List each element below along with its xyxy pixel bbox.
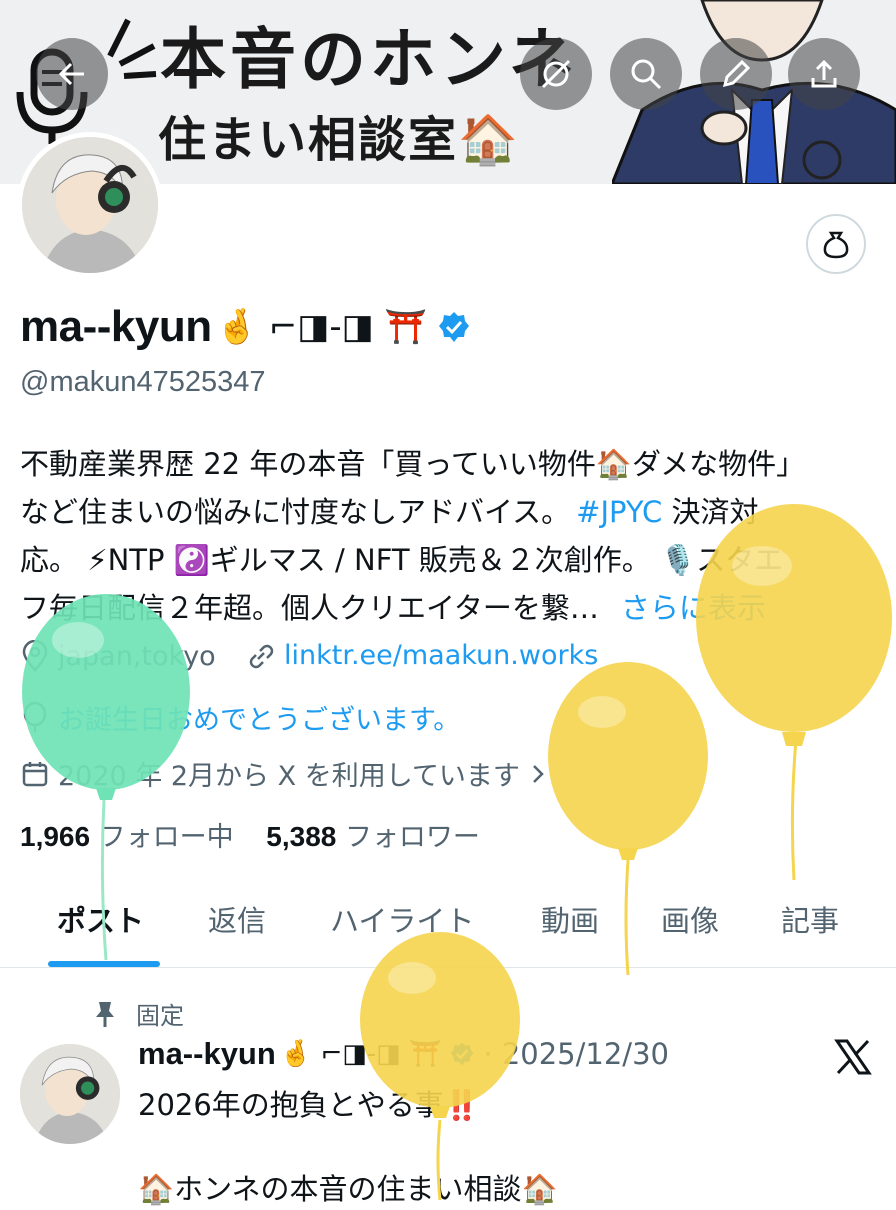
location-pin-icon xyxy=(22,640,48,672)
tab-articles[interactable]: 記事 xyxy=(781,898,839,940)
profile-bio: 不動産業界歴 22 年の本音「買っていい物件🏠ダメな物件」 など住まいの悩みに忖… xyxy=(20,440,880,632)
profile-name-row: ma--kyun 🤞 ⌐◨-◨ ⛩️ xyxy=(20,302,471,352)
joined-text: 2020 年 2月から X を利用しています xyxy=(58,761,520,792)
bio-line: 応。 ⚡NTP ☯️ギルマス / NFT 販売＆２次創作。 🎙️スタエ xyxy=(20,543,784,577)
bio-text: など住まいの悩みに忖度なしアドバイス。 xyxy=(20,495,571,529)
tab-replies[interactable]: 返信 xyxy=(208,898,266,940)
search-icon xyxy=(631,59,662,90)
website-link[interactable]: linktr.ee/maakun.works xyxy=(284,640,598,671)
x-logo-icon xyxy=(834,1039,872,1075)
tip-button[interactable] xyxy=(806,214,866,274)
pinned-label-row: 固定 xyxy=(92,996,184,1031)
bio-line: 不動産業界歴 22 年の本音「買っていい物件🏠ダメな物件」 xyxy=(20,447,806,481)
bio-line: フ毎日配信２年超。個人クリエイターを繋… さらに表示 xyxy=(20,584,880,632)
grok-icon xyxy=(541,59,571,89)
arrow-left-icon xyxy=(58,62,84,86)
post-body[interactable]: 2026年の抱負とやる事‼️ 🏠ホンネの本音の住まい相談🏠 xyxy=(138,1084,558,1210)
following-label: フォロー中 xyxy=(98,822,234,853)
banner-title-line1: 本音のホンネ xyxy=(160,21,579,98)
search-button[interactable] xyxy=(610,38,682,110)
back-button[interactable] xyxy=(36,38,108,110)
profile-name-emoji: 🤞 ⌐◨-◨ ⛩️ xyxy=(215,307,427,347)
post-header: ma--kyun 🤞 ⌐◨-◨ ⛩️ · 2025/12/30 xyxy=(138,1036,669,1072)
share-icon xyxy=(811,59,837,88)
link-icon xyxy=(249,644,274,668)
tab-images[interactable]: 画像 xyxy=(661,898,719,940)
follow-counts: 1,966 フォロー中 5,388 フォロワー xyxy=(20,815,480,854)
verified-badge-icon xyxy=(450,1042,474,1066)
money-bag-icon xyxy=(823,231,849,259)
grok-button[interactable] xyxy=(520,38,592,110)
bio-text: 決済対 xyxy=(662,495,759,529)
post-avatar[interactable] xyxy=(20,1044,120,1144)
bio-text: フ毎日配信２年超。個人クリエイターを繋… xyxy=(20,591,599,625)
pinned-label: 固定 xyxy=(136,1002,184,1030)
post-text-line: 🏠ホンネの本音の住まい相談🏠 xyxy=(138,1172,558,1206)
profile-birthday: お誕生日おめでとうございます。 xyxy=(20,698,460,737)
location-text: japan,tokyo xyxy=(58,640,216,672)
chevron-right-icon xyxy=(533,764,544,783)
hashtag-link[interactable]: #JPYC xyxy=(576,495,662,529)
followers-count: 5,388 xyxy=(266,821,337,852)
avatar-illustration xyxy=(22,137,158,273)
profile-website[interactable]: linktr.ee/maakun.works xyxy=(246,640,598,671)
following-link[interactable]: 1,966 フォロー中 xyxy=(20,821,234,853)
birthday-text: お誕生日おめでとうございます。 xyxy=(58,705,461,736)
edit-icon xyxy=(722,59,751,88)
post-author-emoji: 🤞 ⌐◨-◨ ⛩️ xyxy=(279,1039,442,1069)
calendar-icon xyxy=(22,761,48,786)
avatar-illustration xyxy=(20,1044,120,1144)
profile-joined[interactable]: 2020 年 2月から X を利用しています xyxy=(20,754,556,793)
tab-posts[interactable]: ポスト xyxy=(57,898,144,940)
profile-avatar[interactable] xyxy=(17,132,163,278)
following-count: 1,966 xyxy=(20,821,91,852)
tab-highlights[interactable]: ハイライト xyxy=(330,898,474,940)
pin-icon xyxy=(96,1001,114,1027)
share-button[interactable] xyxy=(788,38,860,110)
tabs-divider xyxy=(0,967,896,968)
show-more-link[interactable]: さらに表示 xyxy=(621,591,766,625)
bio-line: など住まいの悩みに忖度なしアドバイス。 #JPYC 決済対 xyxy=(20,488,880,536)
banner-title-line2: 住まい相談室🏠 xyxy=(158,112,520,168)
edit-button[interactable] xyxy=(700,38,772,110)
post-text-line: 2026年の抱負とやる事‼️ xyxy=(138,1088,480,1122)
profile-handle: @makun47525347 xyxy=(20,366,266,398)
tab-videos[interactable]: 動画 xyxy=(541,898,599,940)
profile-location: japan,tokyo xyxy=(20,640,216,672)
balloon-icon xyxy=(23,701,47,732)
post-text-line xyxy=(138,1126,558,1168)
followers-link[interactable]: 5,388 フォロワー xyxy=(266,821,480,853)
post-author-name[interactable]: ma--kyun xyxy=(138,1036,276,1072)
verified-badge-icon[interactable] xyxy=(437,310,471,344)
post-date: · 2025/12/30 xyxy=(483,1037,669,1071)
followers-label: フォロワー xyxy=(344,822,480,853)
profile-name: ma--kyun xyxy=(20,302,212,351)
